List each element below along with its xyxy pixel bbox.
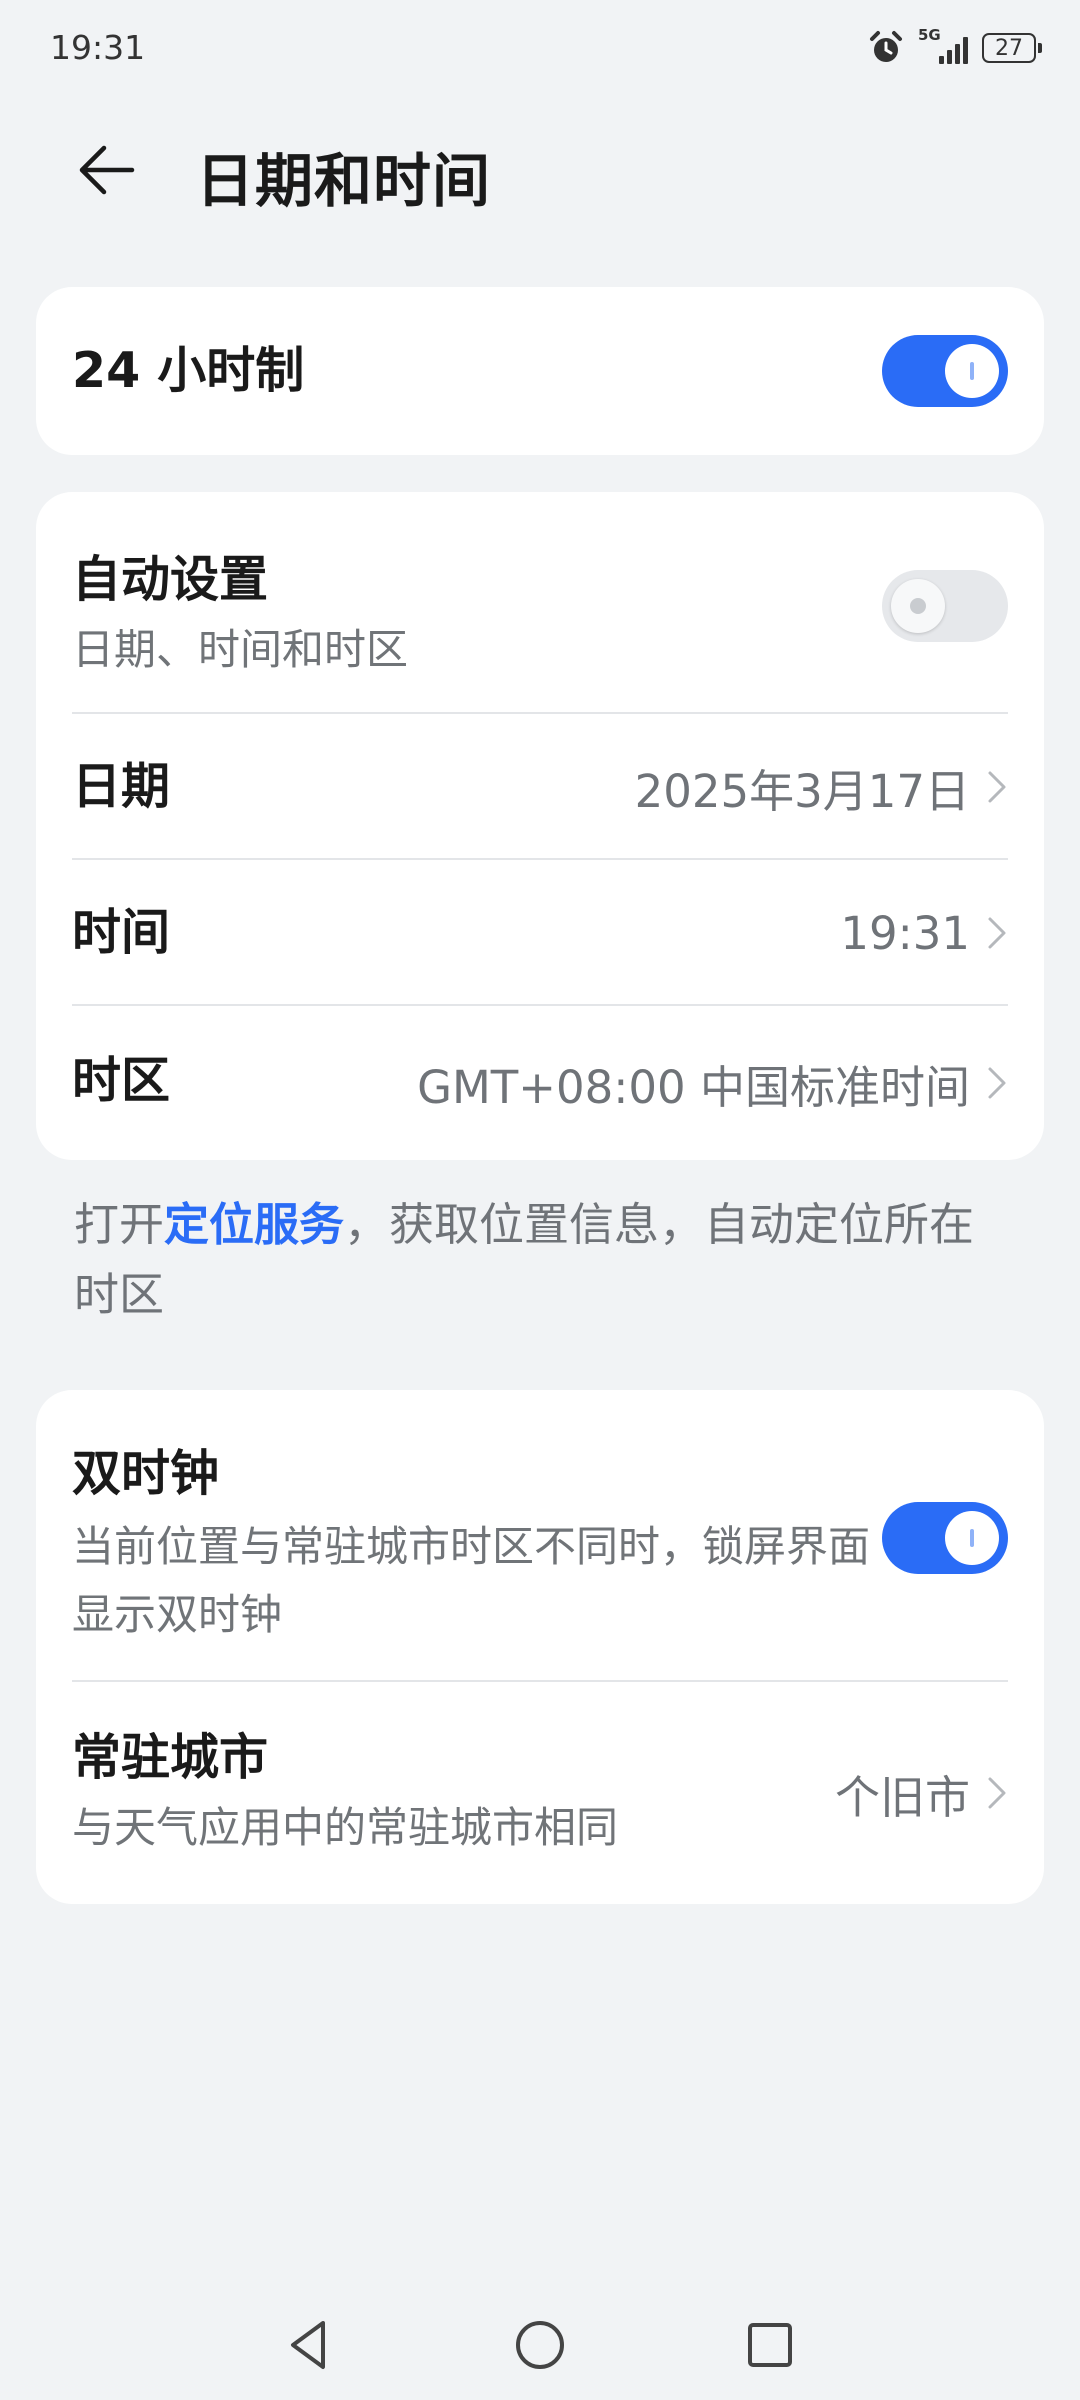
battery-level: 27: [995, 35, 1023, 61]
arrow-left-icon: [79, 145, 135, 195]
location-note: 打开定位服务，获取位置信息，自动定位所在时区: [74, 1190, 1004, 1330]
row-24-hour-label: 24 小时制: [72, 342, 305, 399]
format-card: 24 小时制: [36, 287, 1044, 455]
row-dual-clock-subtitle: 当前位置与常驻城市时区不同时，锁屏界面显示双时钟: [72, 1522, 871, 1639]
row-auto-set-label: 自动设置: [72, 551, 269, 608]
toggle-24-hour[interactable]: [882, 335, 1008, 407]
nav-back-icon: [291, 2321, 325, 2369]
row-home-city-value: 个旧市: [834, 1770, 970, 1824]
nav-home-icon: [516, 2321, 564, 2369]
back-button[interactable]: [68, 132, 144, 208]
dual-clock-card: 双时钟 当前位置与常驻城市时区不同时，锁屏界面显示双时钟 常驻城市 与天气应用中…: [36, 1390, 1044, 1904]
nav-recents-button[interactable]: [735, 2310, 805, 2380]
status-time: 19:31: [50, 28, 146, 67]
row-auto-set[interactable]: 自动设置 日期、时间和时区: [36, 492, 1044, 714]
location-note-prefix: 打开: [74, 1198, 165, 1251]
nav-recents-icon: [748, 2323, 792, 2367]
row-timezone[interactable]: 时区 GMT+08:00 中国标准时间: [36, 1006, 1044, 1160]
page-title: 日期和时间: [196, 147, 492, 215]
network-type: 5G: [918, 26, 941, 44]
row-auto-set-subtitle: 日期、时间和时区: [72, 625, 409, 674]
status-bar: 19:31 5G 27: [0, 0, 1080, 96]
row-time-value: 19:31: [840, 906, 970, 960]
location-service-link[interactable]: 定位服务: [164, 1198, 344, 1251]
status-icons: 5G 27: [868, 26, 1042, 68]
row-dual-clock[interactable]: 双时钟 当前位置与常驻城市时区不同时，锁屏界面显示双时钟: [36, 1390, 1044, 1682]
chevron-right-icon: [988, 1067, 1006, 1099]
row-date-value: 2025年3月17日: [634, 764, 970, 818]
row-24-hour[interactable]: 24 小时制: [36, 287, 1044, 455]
toggle-dual-clock[interactable]: [882, 1502, 1008, 1574]
datetime-card: 自动设置 日期、时间和时区 日期 2025年3月17日 时间 19:31 时区 …: [36, 492, 1044, 1160]
chevron-right-icon: [988, 1777, 1006, 1809]
row-time[interactable]: 时间 19:31: [36, 860, 1044, 1006]
row-dual-clock-label: 双时钟: [72, 1445, 220, 1502]
navigation-bar: [0, 2290, 1080, 2400]
row-home-city[interactable]: 常驻城市 与天气应用中的常驻城市相同 个旧市: [36, 1682, 1044, 1904]
chevron-right-icon: [988, 917, 1006, 949]
header: 日期和时间: [0, 110, 1080, 230]
row-date[interactable]: 日期 2025年3月17日: [36, 714, 1044, 860]
alarm-icon: [870, 31, 902, 62]
battery-icon: 27: [982, 33, 1042, 63]
signal-icon: 5G: [918, 26, 968, 66]
nav-home-button[interactable]: [505, 2310, 575, 2380]
chevron-right-icon: [988, 771, 1006, 803]
nav-back-button[interactable]: [274, 2310, 344, 2380]
row-timezone-value: GMT+08:00 中国标准时间: [417, 1060, 970, 1114]
toggle-auto-set[interactable]: [882, 570, 1008, 642]
